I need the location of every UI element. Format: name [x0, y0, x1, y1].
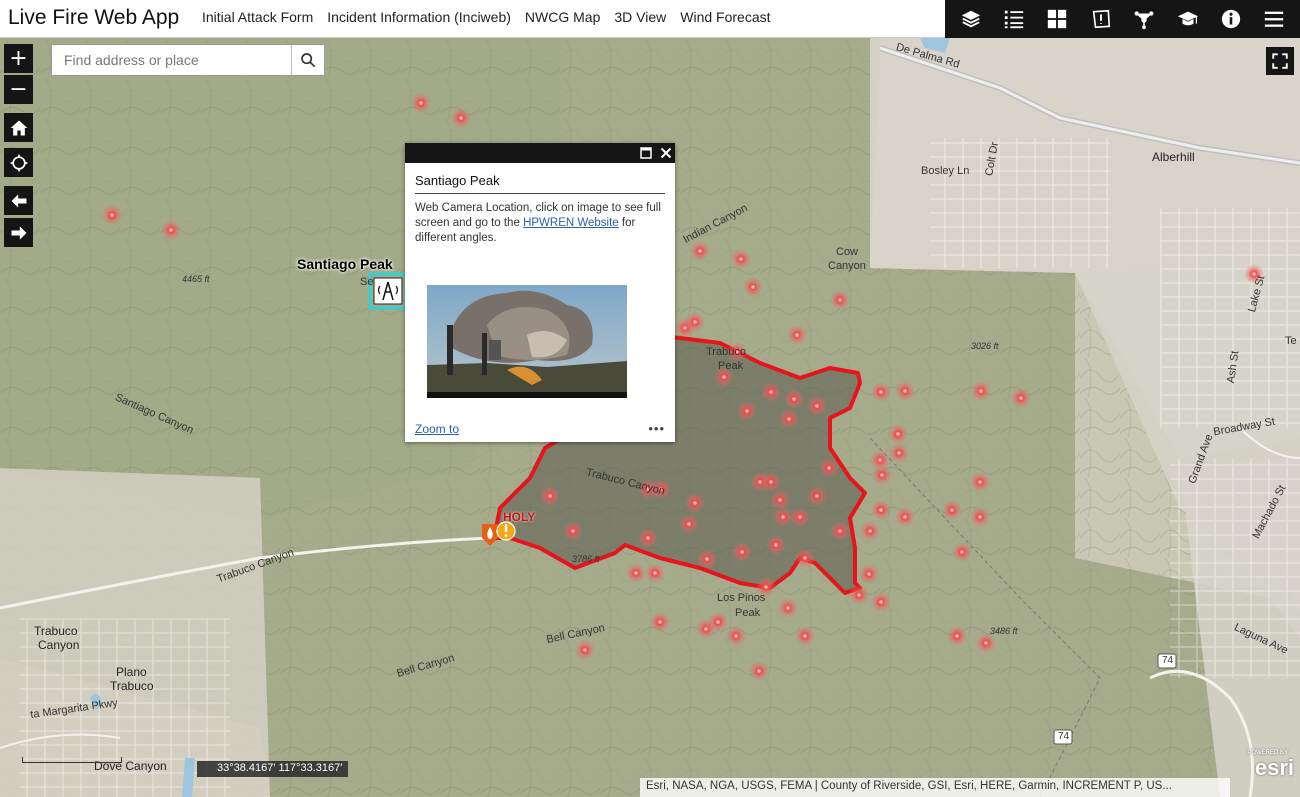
next-extent-button[interactable]: [4, 218, 33, 247]
zoom-in-button[interactable]: +: [4, 44, 33, 73]
nav-3d-view[interactable]: 3D View: [614, 9, 666, 25]
webcam-image[interactable]: [427, 285, 627, 398]
place-label: Trabuco: [34, 624, 78, 638]
share-icon[interactable]: [1131, 6, 1157, 32]
place-label: Canyon: [38, 638, 80, 652]
legend-icon[interactable]: [1001, 6, 1027, 32]
search-button[interactable]: [291, 45, 324, 75]
esri-logo[interactable]: esri: [1255, 755, 1294, 781]
print-icon[interactable]: [1088, 6, 1114, 32]
place-label: Trabuco: [110, 679, 154, 693]
home-button[interactable]: [4, 113, 33, 142]
hpwren-link[interactable]: HPWREN Website: [523, 217, 619, 229]
peak-label: Peak: [735, 607, 761, 619]
arrow-left-icon: [11, 193, 26, 208]
route-number: 74: [1058, 731, 1070, 742]
maximize-icon[interactable]: [640, 147, 652, 159]
elevation-label: 3786 ft: [572, 554, 600, 564]
locate-icon: [10, 154, 27, 171]
zoom-to-link[interactable]: Zoom to: [415, 422, 459, 436]
peak-label: Trabuco: [706, 346, 746, 358]
basemap-gallery-icon[interactable]: [1044, 6, 1070, 32]
place-label: Cow: [836, 246, 859, 258]
place-label: Plano: [116, 665, 147, 679]
nav-initial-attack-form[interactable]: Initial Attack Form: [202, 9, 313, 25]
peak-label: Los Pinos: [717, 592, 766, 604]
scale-bar: [22, 757, 122, 763]
info-icon[interactable]: [1218, 6, 1244, 32]
menu-icon[interactable]: [1261, 6, 1287, 32]
toolbar: [945, 0, 1300, 38]
nav-links: Initial Attack Form Incident Information…: [202, 9, 785, 25]
santiago-peak-label: Santiago Peak: [297, 256, 393, 272]
place-label: Te: [1285, 335, 1297, 347]
app-header: Live Fire Web App Initial Attack Form In…: [0, 0, 1300, 38]
map-view[interactable]: De Palma Rd Alberhill Bosley Ln Colt Dr …: [0, 38, 1300, 797]
camera-marker[interactable]: [368, 272, 408, 310]
attribution[interactable]: Esri, NASA, NGA, USGS, FEMA | County of …: [640, 778, 1230, 797]
zoom-out-button[interactable]: −: [4, 75, 33, 104]
search-icon: [301, 53, 316, 68]
place-label: Alberhill: [1152, 150, 1195, 164]
education-icon[interactable]: [1175, 6, 1201, 32]
close-icon[interactable]: [660, 147, 672, 159]
camera-popup: Santiago Peak Web Camera Location, click…: [405, 143, 675, 442]
coordinate-readout[interactable]: 33°38.4167′ 117°33.3167′: [197, 761, 349, 777]
road-label: Bosley Ln: [921, 165, 970, 177]
nav-incident-information[interactable]: Incident Information (Inciweb): [327, 9, 511, 25]
fullscreen-button[interactable]: [1266, 47, 1294, 75]
fullscreen-icon: [1272, 53, 1288, 69]
popup-footer: Zoom to •••: [415, 421, 665, 436]
route-number: 74: [1162, 655, 1174, 666]
more-actions-icon[interactable]: •••: [648, 421, 665, 436]
nav-wind-forecast[interactable]: Wind Forecast: [680, 9, 770, 25]
layers-icon[interactable]: [958, 6, 984, 32]
nav-nwcg-map[interactable]: NWCG Map: [525, 9, 600, 25]
peak-label: Peak: [718, 360, 744, 372]
popup-header: [405, 143, 675, 163]
place-label: Se: [360, 276, 374, 288]
locate-button[interactable]: [4, 148, 33, 177]
elevation-label: 3486 ft: [990, 626, 1018, 636]
popup-description: Web Camera Location, click on image to s…: [415, 201, 665, 246]
search-box: [51, 44, 325, 76]
previous-extent-button[interactable]: [4, 186, 33, 215]
elevation-label: 4465 ft: [182, 274, 210, 284]
coordinates: 33°38.4167′ 117°33.3167′: [217, 762, 343, 774]
place-label: Canyon: [828, 260, 866, 272]
holy-fire-label: HOLY: [503, 510, 536, 524]
home-icon: [10, 120, 27, 135]
arrow-right-icon: [11, 225, 26, 240]
app-title: Live Fire Web App: [8, 6, 180, 29]
popup-title: Santiago Peak: [415, 173, 665, 194]
elevation-label: 3026 ft: [971, 341, 999, 351]
search-input[interactable]: [52, 45, 291, 75]
